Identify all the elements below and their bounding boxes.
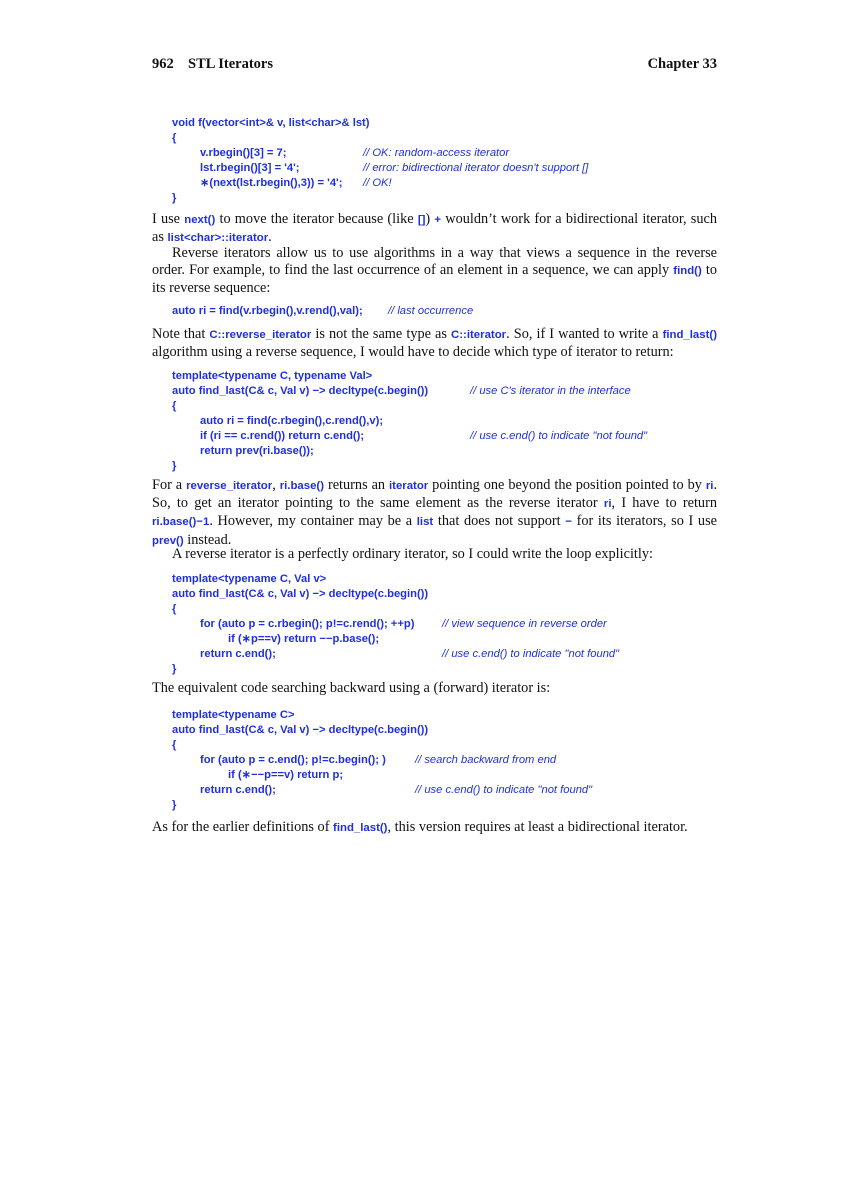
code-line: auto find_last(C& c, Val v) −> decltype(… bbox=[172, 724, 429, 736]
code-line: } bbox=[172, 460, 177, 472]
text: that does not support bbox=[433, 513, 566, 530]
code-text: for (auto p = c.end(); p!=c.begin(); ) bbox=[200, 754, 386, 766]
inline-code: C::iterator bbox=[451, 329, 507, 341]
code-line: if (∗−−p==v) return p; bbox=[228, 769, 344, 781]
section-title: STL Iterators bbox=[188, 56, 273, 72]
code-line: auto ri = find(c.rbegin(),c.rend(),v); bbox=[200, 415, 384, 427]
code-block-1: void f(vector<int>& v, list<char>& lst) … bbox=[172, 116, 588, 206]
inline-code: next() bbox=[184, 214, 216, 226]
code-text: for (auto p = c.rbegin(); p!=c.rend(); +… bbox=[200, 618, 415, 630]
paragraph: I use next() to move the iterator becaus… bbox=[152, 211, 717, 247]
text: Note that bbox=[152, 326, 210, 342]
code-line: ∗(next(lst.rbegin(),3)) = '4'; // OK! bbox=[172, 176, 392, 191]
text: A reverse iterator is a perfectly ordina… bbox=[172, 546, 653, 562]
code-text: ∗(next(lst.rbegin(),3)) = '4'; bbox=[200, 177, 343, 189]
code-block-2: auto ri = find(v.rbegin(),v.rend(),val);… bbox=[172, 304, 473, 319]
inline-code: ri.base() bbox=[279, 480, 325, 492]
inline-code: reverse_iterator bbox=[186, 480, 273, 492]
inline-code: ri.base()−1 bbox=[152, 516, 210, 529]
code-text: if (ri == c.rend()) return c.end(); bbox=[200, 430, 365, 442]
code-line: v.rbegin()[3] = 7; // OK: random-access i… bbox=[172, 146, 509, 161]
paragraph: Note that C::reverse_iterator is not the… bbox=[152, 326, 717, 361]
code-text: return c.end(); bbox=[200, 784, 276, 796]
code-text: return c.end(); bbox=[200, 648, 276, 660]
text: As for the earlier definitions of bbox=[152, 819, 334, 835]
code-line: void f(vector<int>& v, list<char>& lst) bbox=[172, 117, 370, 129]
inline-code: find_last() bbox=[333, 822, 388, 834]
code-line: if (ri == c.rend()) return c.end(); // us… bbox=[172, 429, 647, 444]
code-comment: // view sequence in reverse order bbox=[442, 618, 607, 630]
code-block-3: template<typename C, typename Val> auto … bbox=[172, 369, 647, 474]
code-line: } bbox=[172, 663, 177, 675]
code-comment: // OK! bbox=[363, 177, 392, 189]
text: I use bbox=[152, 211, 185, 227]
code-line: } bbox=[172, 192, 177, 204]
inline-code: find() bbox=[673, 265, 702, 278]
text: . However, my container may be a bbox=[209, 513, 417, 530]
code-comment: // use c.end() to indicate "not found" bbox=[470, 430, 648, 442]
text: , I have to return bbox=[611, 495, 717, 512]
code-line: for (auto p = c.rbegin(); p!=c.rend(); +… bbox=[172, 617, 607, 632]
inline-code: prev() bbox=[152, 534, 184, 547]
text: , this version requires at least a bidir… bbox=[387, 819, 688, 835]
code-comment: // search backward from end bbox=[415, 754, 557, 766]
code-block-4: template<typename C, Val v> auto find_la… bbox=[172, 572, 619, 677]
inline-code: find_last() bbox=[662, 329, 717, 341]
code-text: auto ri = find(v.rbegin(),v.rend(),val); bbox=[172, 305, 363, 317]
code-line: return prev(ri.base()); bbox=[200, 445, 314, 457]
paragraph: As for the earlier definitions of find_l… bbox=[152, 819, 717, 837]
running-header: 962 STL Iterators Chapter 33 bbox=[152, 56, 717, 74]
code-line: { bbox=[172, 400, 177, 412]
code-comment: // use c.end() to indicate "not found" bbox=[442, 648, 620, 660]
code-line: if (∗p==v) return −−p.base(); bbox=[228, 633, 380, 645]
code-line: template<typename C, Val v> bbox=[172, 573, 327, 585]
inline-code: C::reverse_iterator bbox=[209, 329, 312, 341]
text: pointing one beyond the position pointed… bbox=[428, 477, 706, 493]
inline-code: − bbox=[565, 516, 572, 529]
chapter-label: Chapter 33 bbox=[647, 56, 717, 72]
paragraph: A reverse iterator is a perfectly ordina… bbox=[152, 546, 717, 563]
code-comment: // use c.end() to indicate "not found" bbox=[415, 784, 593, 796]
text: . bbox=[268, 229, 272, 246]
code-text: auto find_last(C& c, Val v) −> decltype(… bbox=[172, 385, 429, 397]
code-text: lst.rbegin()[3] = '4'; bbox=[200, 162, 300, 174]
text: is not the same type as bbox=[311, 326, 452, 342]
code-line: template<typename C> bbox=[172, 709, 295, 721]
code-line: auto find_last(C& c, Val v) −> decltype(… bbox=[172, 588, 429, 600]
code-line: return c.end(); // use c.end() to indicat… bbox=[172, 783, 592, 798]
code-line: auto ri = find(v.rbegin(),v.rend(),val);… bbox=[172, 304, 473, 319]
code-line: { bbox=[172, 739, 177, 751]
code-comment: // use C's iterator in the interface bbox=[470, 385, 631, 397]
paragraph: The equivalent code searching backward u… bbox=[152, 680, 717, 697]
code-comment: // OK: random-access iterator bbox=[363, 147, 510, 159]
page-number: 962 bbox=[152, 56, 174, 72]
code-line: { bbox=[172, 132, 177, 144]
paragraph: Reverse iterators allow us to use algori… bbox=[152, 245, 717, 298]
paragraph: For a reverse_iterator, ri.base() return… bbox=[152, 477, 717, 550]
text: returns an bbox=[324, 477, 389, 493]
inline-code: list bbox=[416, 516, 434, 529]
text: . So, if I wanted to write a bbox=[506, 326, 663, 342]
code-text: v.rbegin()[3] = 7; bbox=[200, 147, 287, 159]
code-line: auto find_last(C& c, Val v) −> decltype(… bbox=[172, 384, 631, 399]
text: For a bbox=[152, 477, 187, 493]
code-comment: // error: bidirectional iterator doesn't… bbox=[363, 162, 589, 174]
text: , bbox=[272, 477, 280, 493]
code-line: lst.rbegin()[3] = '4'; // error: bidirect… bbox=[172, 161, 588, 176]
code-line: return c.end(); // use c.end() to indicat… bbox=[172, 647, 619, 662]
code-line: for (auto p = c.end(); p!=c.begin(); ) //… bbox=[172, 753, 556, 768]
code-line: template<typename C, typename Val> bbox=[172, 370, 373, 382]
inline-code: ri bbox=[603, 498, 612, 511]
text: Reverse iterators allow us to use algori… bbox=[152, 245, 717, 279]
text: for its iterators, so I use bbox=[571, 513, 717, 530]
code-block-5: template<typename C> auto find_last(C& c… bbox=[172, 708, 592, 813]
inline-code: list<char>::iterator bbox=[167, 232, 269, 245]
code-line: } bbox=[172, 799, 177, 811]
text: The equivalent code searching backward u… bbox=[152, 680, 551, 696]
code-line: { bbox=[172, 603, 177, 615]
text: to move the iterator because (like bbox=[215, 211, 418, 227]
text: algorithm using a reverse sequence, I wo… bbox=[152, 344, 674, 361]
code-comment: // last occurrence bbox=[388, 305, 474, 317]
inline-code: iterator bbox=[389, 480, 429, 492]
